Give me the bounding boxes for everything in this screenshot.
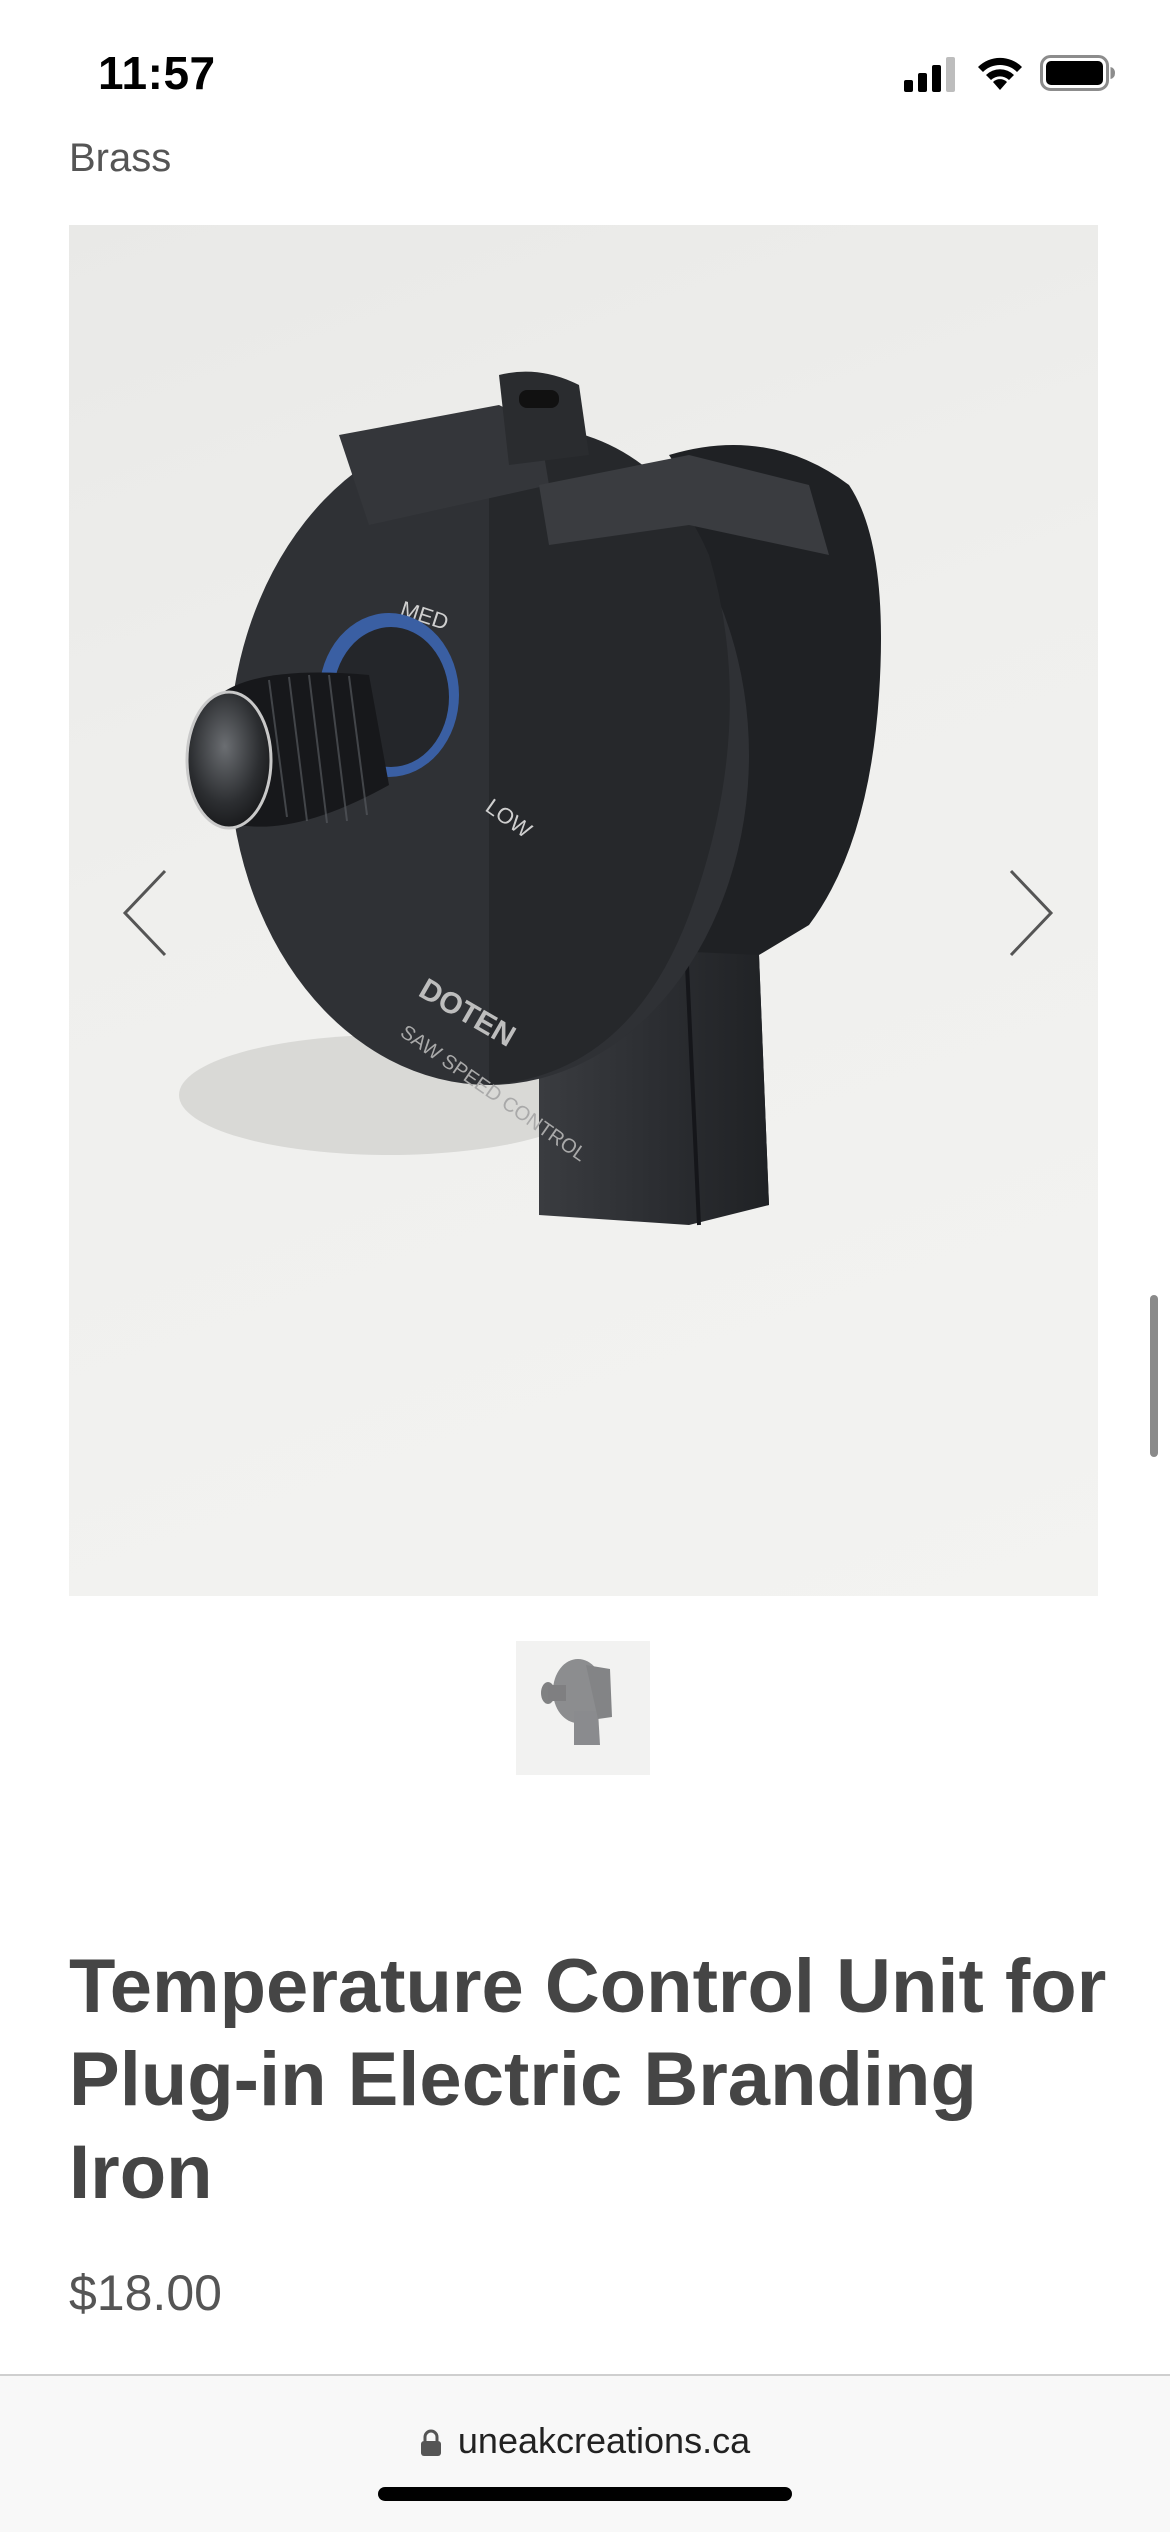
product-thumbnail[interactable] xyxy=(516,1641,650,1775)
page-scrollbar[interactable] xyxy=(1150,1295,1158,1457)
product-title: Temperature Control Unit for Plug-in Ele… xyxy=(69,1944,1107,2215)
thumbnail-photo xyxy=(516,1641,650,1775)
url-display[interactable]: uneakcreations.ca xyxy=(0,2420,1170,2462)
browser-address-bar[interactable]: uneakcreations.ca xyxy=(0,2374,1170,2532)
lock-icon xyxy=(420,2429,441,2456)
product-price: $18.00 xyxy=(69,2265,222,2321)
wifi-icon xyxy=(978,57,1022,90)
product-photo: MED LOW DOTEN SAW SPEED CONTROL xyxy=(179,371,881,1226)
battery-icon xyxy=(1040,55,1115,91)
home-indicator[interactable] xyxy=(378,2487,792,2501)
status-bar: 11:57 xyxy=(0,0,1170,140)
breadcrumb-collection[interactable]: Brass xyxy=(69,136,171,181)
status-time: 11:57 xyxy=(98,47,216,99)
product-image[interactable]: MED LOW DOTEN SAW SPEED CONTROL xyxy=(69,225,1098,1596)
previous-image-arrow-icon[interactable] xyxy=(119,863,179,963)
signal-icon xyxy=(904,57,955,92)
next-image-arrow-icon[interactable] xyxy=(997,863,1057,963)
url-text: uneakcreations.ca xyxy=(457,2420,751,2461)
